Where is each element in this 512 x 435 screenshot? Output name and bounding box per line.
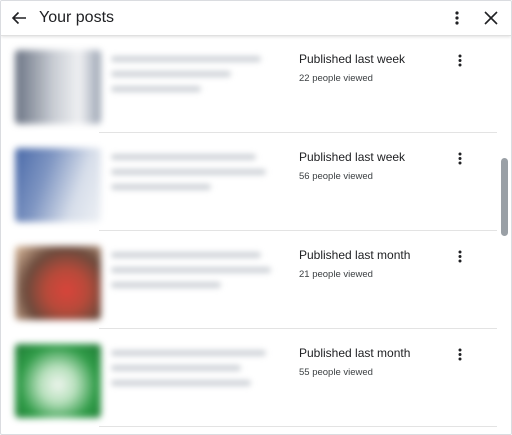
more-options-button[interactable] (443, 4, 471, 32)
post-more-button[interactable] (452, 246, 468, 266)
close-icon (484, 11, 498, 25)
back-button[interactable] (5, 4, 33, 32)
dialog-header: Your posts (1, 1, 511, 36)
arrow-left-icon (11, 11, 26, 25)
post-status: Published last week (299, 150, 406, 164)
scrollbar-track[interactable] (497, 36, 511, 434)
more-vert-icon (458, 152, 462, 164)
post-text-blurred (111, 56, 271, 116)
post-more-button[interactable] (452, 344, 468, 364)
post-thumbnail (15, 246, 101, 320)
more-vert-icon (458, 250, 462, 262)
close-button[interactable] (477, 4, 505, 32)
post-text-blurred (111, 252, 271, 312)
posts-dialog: Your posts Published last week 22 people… (0, 0, 512, 435)
post-views: 56 people viewed (299, 171, 373, 182)
page-title: Your posts (39, 9, 115, 26)
post-status: Published last month (299, 346, 411, 360)
post-views: 22 people viewed (299, 73, 373, 84)
more-vert-icon (458, 54, 462, 66)
post-text-blurred (111, 350, 271, 410)
divider (99, 132, 497, 133)
more-vert-icon (458, 348, 462, 360)
more-vert-icon (455, 11, 459, 25)
post-thumbnail (15, 148, 101, 222)
divider (99, 230, 497, 231)
list-item[interactable]: Published last month 21 people viewed (1, 232, 497, 329)
post-thumbnail (15, 344, 101, 418)
list-item[interactable]: Published last month 55 people viewed (1, 330, 497, 427)
divider (99, 426, 497, 427)
post-text-blurred (111, 154, 271, 214)
post-thumbnail (15, 50, 101, 124)
post-status: Published last week (299, 52, 406, 66)
scrollbar-thumb[interactable] (501, 158, 508, 236)
divider (99, 328, 497, 329)
post-views: 21 people viewed (299, 269, 373, 280)
post-more-button[interactable] (452, 50, 468, 70)
post-views: 55 people viewed (299, 367, 373, 378)
post-more-button[interactable] (452, 148, 468, 168)
list-item[interactable]: Published last week 56 people viewed (1, 134, 497, 231)
posts-list: Published last week 22 people viewed Pub… (1, 36, 511, 434)
post-status: Published last month (299, 248, 411, 262)
list-item[interactable]: Published last week 22 people viewed (1, 36, 497, 133)
